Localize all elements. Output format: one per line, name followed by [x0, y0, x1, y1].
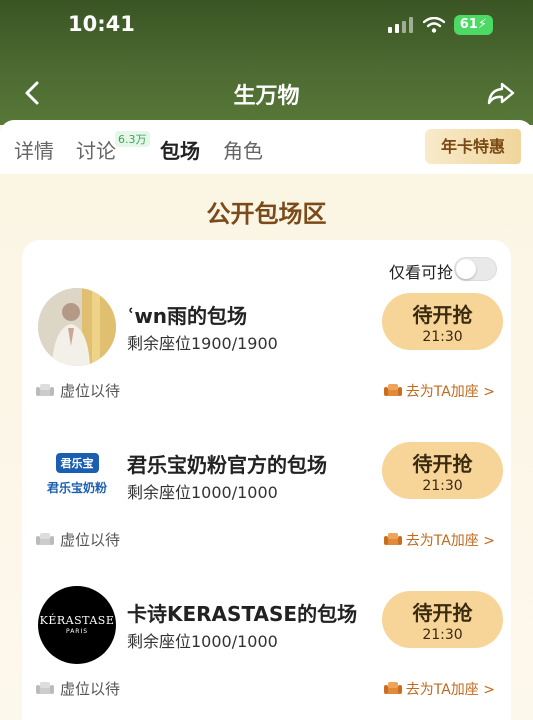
grab-button-label: 待开抢 [412, 303, 473, 327]
tab-characters[interactable]: 角色 [223, 135, 263, 164]
seat-icon [383, 682, 402, 694]
status-bar: 10:41 61⚡ [0, 0, 533, 52]
discussion-count-badge: 6.3万 [115, 131, 150, 147]
grab-button-label: 待开抢 [412, 601, 473, 625]
section-title: 公开包场区 [206, 200, 327, 228]
vacant-seat-row: 虚位以待 [36, 529, 120, 550]
brand-logo: 君乐宝 君乐宝奶粉 [38, 437, 116, 515]
add-seat-link[interactable]: 去为TA加座 > [383, 530, 495, 550]
session-card[interactable]: ʿwn雨的包场 剩余座位1900/1900 待开抢 21:30 虚位以待 去为T… [22, 288, 511, 437]
session-card[interactable]: 君乐宝 君乐宝奶粉 君乐宝奶粉官方的包场 剩余座位1000/1000 待开抢 2… [22, 437, 511, 586]
logo-top: KÉRASTASE [39, 614, 115, 627]
only-available-toggle[interactable] [454, 257, 497, 281]
year-card-button[interactable]: 年卡特惠 [425, 129, 521, 164]
add-seat-label: 去为TA加座 > [405, 533, 495, 549]
grab-button[interactable]: 待开抢 21:30 [382, 442, 503, 499]
grab-button-time: 21:30 [422, 627, 463, 643]
navbar: 生万物 [0, 70, 533, 116]
vacant-label: 虚位以待 [60, 382, 121, 400]
share-icon[interactable] [485, 77, 517, 109]
filter-label: 仅看可抢 [389, 263, 454, 282]
vacant-label: 虚位以待 [60, 531, 121, 549]
seat-count: 剩余座位1900/1900 [127, 334, 278, 353]
seat-count: 剩余座位1000/1000 [127, 483, 278, 502]
grab-button[interactable]: 待开抢 21:30 [382, 591, 503, 648]
logo-top: 君乐宝 [55, 453, 99, 473]
brand-logo: KÉRASTASE PARIS [38, 586, 116, 664]
empty-seat-icon [36, 532, 54, 545]
wifi-icon [422, 17, 445, 33]
grab-button-label: 待开抢 [412, 452, 473, 476]
toggle-knob [456, 259, 476, 279]
vacant-label: 虚位以待 [60, 680, 121, 698]
battery-indicator: 61⚡ [453, 15, 493, 35]
tab-private-screening[interactable]: 包场 [160, 135, 200, 164]
add-seat-link[interactable]: 去为TA加座 > [383, 679, 495, 699]
page-title: 生万物 [233, 84, 300, 109]
avatar [38, 288, 116, 366]
battery-level: 61 [459, 17, 478, 32]
seat-count: 剩余座位1000/1000 [127, 632, 278, 651]
add-seat-link[interactable]: 去为TA加座 > [383, 381, 495, 401]
session-card[interactable]: KÉRASTASE PARIS 卡诗KERASTASE的包场 剩余座位1000/… [22, 586, 511, 720]
seat-icon [383, 384, 402, 396]
vacant-seat-row: 虚位以待 [36, 678, 120, 699]
session-title: 君乐宝奶粉官方的包场 [127, 453, 327, 477]
vacant-seat-row: 虚位以待 [36, 380, 120, 401]
grab-button-time: 21:30 [422, 329, 463, 345]
grab-button-time: 21:30 [422, 478, 463, 494]
logo-bottom: 君乐宝奶粉 [46, 481, 107, 495]
seat-icon [383, 533, 402, 545]
add-seat-label: 去为TA加座 > [405, 384, 495, 400]
status-time: 10:41 [68, 12, 135, 36]
person-praying-icon [38, 288, 116, 366]
grab-button[interactable]: 待开抢 21:30 [382, 293, 503, 350]
logo-bottom: PARIS [65, 628, 89, 635]
tab-discussion[interactable]: 讨论 [76, 135, 116, 164]
add-seat-label: 去为TA加座 > [405, 682, 495, 698]
cellular-signal-icon [387, 17, 413, 33]
session-title: 卡诗KERASTASE的包场 [127, 602, 358, 626]
session-title: ʿwn雨的包场 [127, 304, 248, 328]
empty-seat-icon [36, 681, 54, 694]
tab-details[interactable]: 详情 [14, 135, 54, 164]
empty-seat-icon [36, 383, 54, 396]
